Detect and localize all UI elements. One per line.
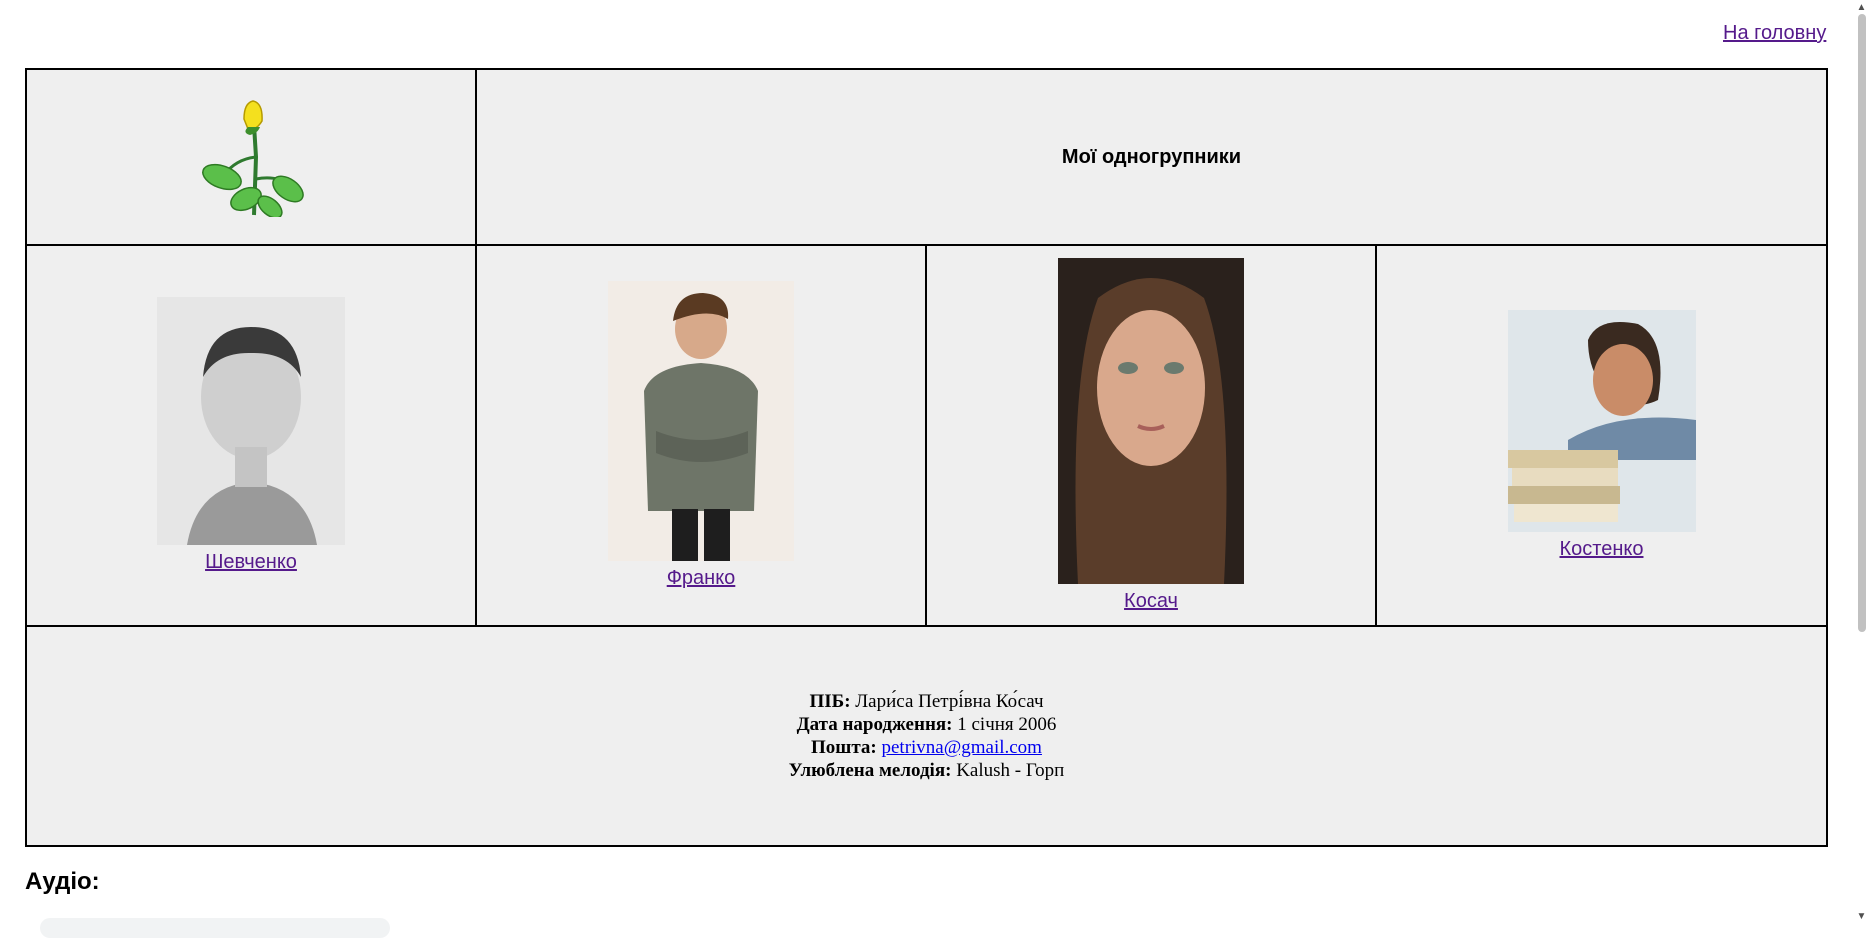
profile-email-row: Пошта: petrivna@gmail.com — [51, 736, 1802, 759]
classmate-link[interactable]: Косач — [1124, 590, 1178, 613]
profile-info: ПІБ: Лари́са Петрі́вна Ко́сач Дата народ… — [27, 666, 1826, 806]
profile-cell: ПІБ: Лари́са Петрі́вна Ко́сач Дата народ… — [25, 625, 1828, 847]
profile-email-label: Пошта: — [811, 737, 877, 758]
scroll-up-icon[interactable]: ▲ — [1856, 2, 1867, 14]
audio-player[interactable] — [40, 918, 390, 938]
classmate-link[interactable]: Костенко — [1560, 538, 1644, 561]
classmate-photo — [1507, 310, 1696, 532]
rose-cell — [25, 68, 477, 246]
rose-icon — [202, 100, 304, 217]
header-cell: Мої одногрупники — [475, 68, 1828, 246]
classmates-table: Мої одногрупники Шевченко Франко Косач К… — [25, 68, 1828, 847]
profile-email-link[interactable]: petrivna@gmail.com — [881, 737, 1041, 758]
scroll-down-icon[interactable]: ▼ — [1856, 911, 1867, 923]
classmate-card: Шевченко — [25, 244, 477, 627]
classmate-card: Франко — [475, 244, 927, 627]
classmate-photo — [157, 297, 345, 545]
profile-name-row: ПІБ: Лари́са Петрі́вна Ко́сач — [51, 690, 1802, 713]
classmate-card: Костенко — [1375, 244, 1828, 627]
classmate-card: Косач — [925, 244, 1377, 627]
classmate-link[interactable]: Франко — [667, 567, 736, 590]
profile-birth-value: 1 січня 2006 — [957, 714, 1057, 735]
page-title: Мої одногрупники — [1061, 145, 1242, 168]
profile-name-value: Лари́са Петрі́вна Ко́сач — [855, 691, 1044, 712]
home-link[interactable]: На головну — [1723, 22, 1826, 45]
profile-birth-label: Дата народження: — [796, 714, 953, 735]
audio-heading: Аудіо: — [25, 868, 100, 895]
classmate-link[interactable]: Шевченко — [205, 551, 297, 574]
profile-birth-row: Дата народження: 1 січня 2006 — [51, 713, 1802, 736]
scrollbar[interactable]: ▲ ▼ — [1854, 0, 1869, 925]
scroll-thumb[interactable] — [1858, 14, 1866, 632]
profile-name-label: ПІБ: — [809, 691, 851, 712]
profile-melody-label: Улюблена мелодія: — [788, 760, 952, 781]
classmate-photo — [1058, 258, 1244, 584]
profile-melody-row: Улюблена мелодія: Kalush - Горп — [51, 759, 1802, 782]
classmate-photo — [608, 281, 794, 561]
profile-melody-value: Kalush - Горп — [956, 760, 1065, 781]
